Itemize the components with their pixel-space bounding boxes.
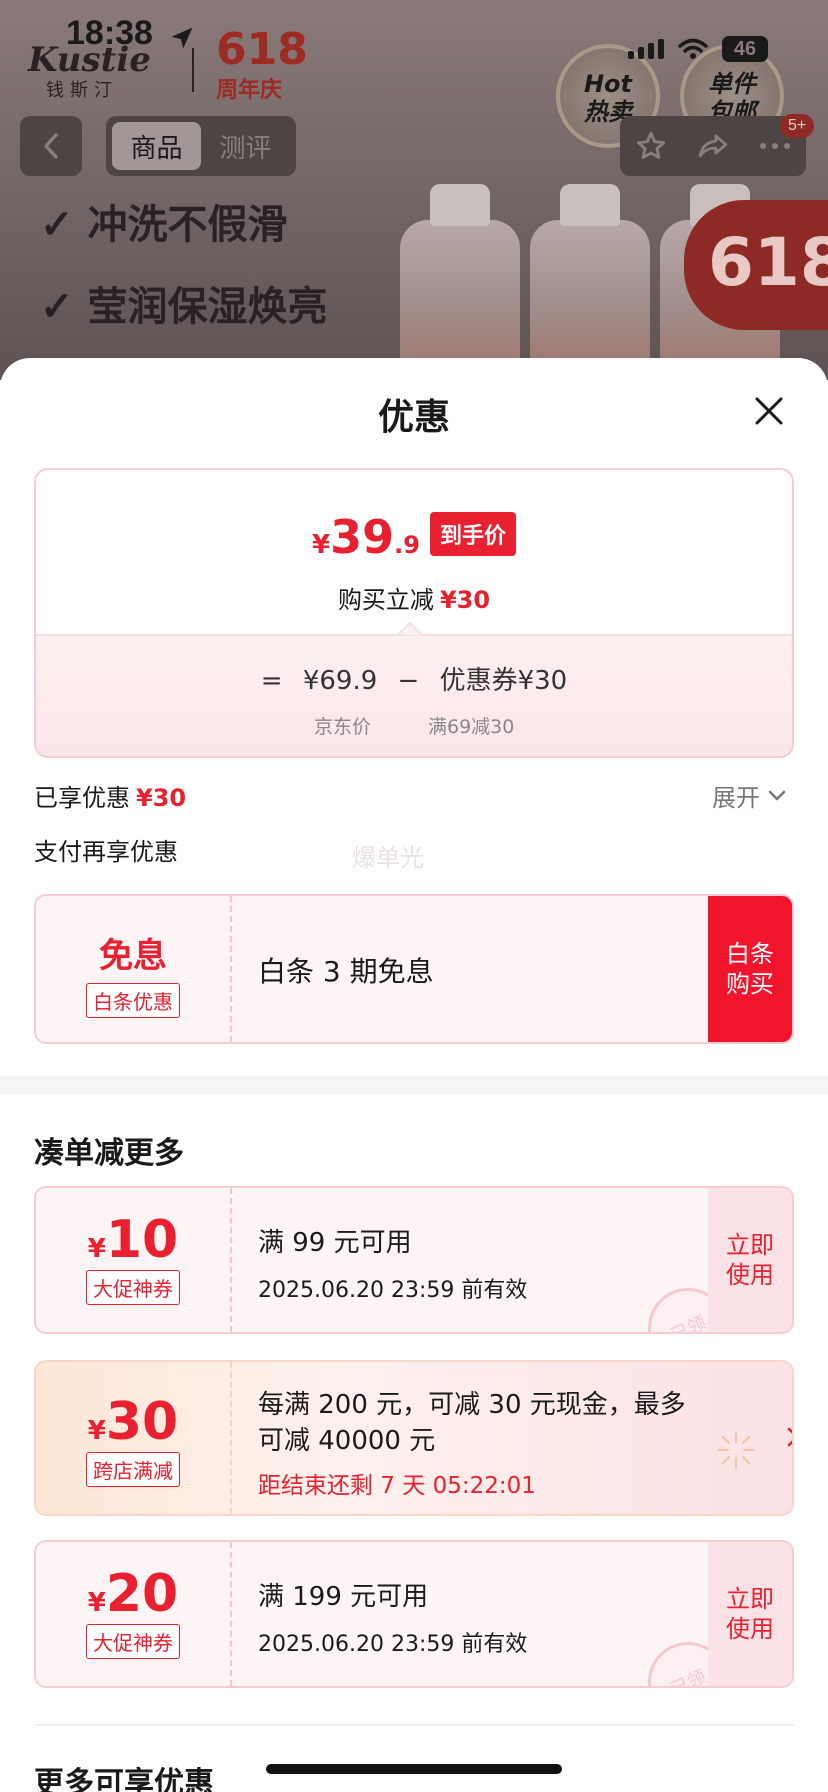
discount-sheet: 优惠 ¥39.9 到手价 购买立减 ¥30 = ¥69.9 − 优惠券¥30 京东… <box>0 358 828 1792</box>
jd-price: ¥69.9 <box>302 666 378 696</box>
section-divider <box>0 1076 828 1094</box>
baitiao-description: 白条 3 期免息 <box>258 955 434 988</box>
watermark-text: 爆单光 <box>352 844 424 872</box>
jd-price-caption: 京东价 <box>314 716 372 738</box>
section-title-more: 凑单减更多 <box>34 1136 184 1171</box>
final-price: ¥39.9 <box>312 510 420 564</box>
cross-store-offer[interactable]: ¥30 跨店满减 每满 200 元，可减 30 元现金，最多 可减 40000 … <box>34 1360 794 1516</box>
coupon-value: 优惠券¥30 <box>439 666 568 696</box>
close-icon[interactable] <box>752 394 786 428</box>
status-icons: 46 <box>628 36 768 62</box>
cross-store-rule-line1: 每满 200 元，可减 30 元现金，最多 <box>258 1390 686 1420</box>
minus-sign: − <box>397 666 420 696</box>
product-slogan: ✓ 冲洗不假滑 <box>40 201 288 248</box>
coupon-card: ¥20 大促神券 满 199 元可用 2025.06.20 23:59 前有效 … <box>34 1540 794 1688</box>
price-calculation: = ¥69.9 − 优惠券¥30 京东价 满69减30 <box>36 634 792 756</box>
product-slogan: ✓ 莹润保湿焕亮 <box>40 283 328 330</box>
enjoyed-discount: 已享优惠 ¥30 <box>34 784 187 812</box>
coupon-card: ¥10 大促神券 满 99 元可用 2025.06.20 23:59 前有效 已… <box>34 1186 794 1334</box>
wifi-icon <box>678 38 708 59</box>
final-price-tag: 到手价 <box>429 512 516 556</box>
cross-store-countdown: 距结束还剩 7 天 05:22:01 <box>258 1473 536 1499</box>
use-now-button[interactable]: 立即 使用 <box>708 1542 792 1686</box>
equals-sign: = <box>260 666 283 696</box>
chevron-right-icon <box>787 1427 792 1447</box>
more-icon[interactable] <box>758 141 792 151</box>
baitiao-headline: 免息 <box>99 936 167 976</box>
tab-reviews[interactable]: 测评 <box>201 122 290 170</box>
corner-618-badge: 618 <box>684 200 828 330</box>
baitiao-buy-button[interactable]: 白条 购买 <box>708 896 792 1042</box>
coupon-condition-caption: 满69减30 <box>428 716 515 738</box>
coupon-amount: ¥20 <box>87 1564 179 1624</box>
section-title-bottom: 更多可享优惠 <box>34 1766 214 1792</box>
sheet-title: 优惠 <box>377 397 450 438</box>
cross-store-rule-line2: 可减 40000 元 <box>258 1426 436 1456</box>
cross-store-amount: ¥30 <box>87 1392 179 1452</box>
price-summary: ¥39.9 到手价 购买立减 ¥30 <box>36 470 792 634</box>
coupon-condition: 满 199 元可用 <box>258 1582 429 1612</box>
anniversary-badge: 618 周年庆 <box>216 24 308 104</box>
expand-button[interactable]: 展开 <box>712 778 786 813</box>
top-actions <box>620 116 806 176</box>
instant-discount: 购买立减 ¥30 <box>337 586 491 614</box>
cross-store-tag: 跨店满减 <box>86 1452 180 1487</box>
coupon-tag: 大促神券 <box>86 1624 180 1659</box>
divider <box>34 1724 794 1726</box>
product-page-background: 618 ✓ 冲洗不假滑 ✓ 莹润保湿焕亮 Kustie 钱斯汀 618 周年庆 Ho… <box>0 0 828 380</box>
chevron-down-icon <box>768 790 786 800</box>
baitiao-offer: 免息 白条优惠 白条 3 期免息 白条 购买 <box>34 894 794 1044</box>
battery-indicator: 46 <box>722 36 768 62</box>
coupon-tag: 大促神券 <box>86 1270 180 1305</box>
location-arrow-icon <box>171 27 193 49</box>
share-icon[interactable] <box>695 129 731 163</box>
final-price-card: ¥39.9 到手价 购买立减 ¥30 = ¥69.9 − 优惠券¥30 京东价 满… <box>34 468 794 758</box>
brand-divider <box>192 48 194 92</box>
brand-subtitle: 钱斯汀 <box>46 80 118 101</box>
pay-more-label: 支付再享优惠 <box>34 838 178 866</box>
tab-product[interactable]: 商品 <box>112 122 201 170</box>
notification-count-badge: 5+ <box>780 114 815 138</box>
page-tabs: 商品 测评 <box>106 116 296 176</box>
back-button[interactable] <box>20 116 82 176</box>
coupon-validity: 2025.06.20 23:59 前有效 <box>258 1278 528 1303</box>
signal-icon <box>628 39 664 59</box>
coupon-condition: 满 99 元可用 <box>258 1228 412 1258</box>
baitiao-tag: 白条优惠 <box>86 983 180 1018</box>
coupon-validity: 2025.06.20 23:59 前有效 <box>258 1632 528 1657</box>
sparkle-decoration-icon <box>717 1431 755 1469</box>
coupon-amount: ¥10 <box>87 1210 179 1270</box>
card-notch <box>398 621 422 636</box>
status-time: 18:38 <box>66 14 153 52</box>
chevron-left-icon <box>44 133 58 159</box>
home-indicator <box>266 1764 562 1774</box>
star-icon[interactable] <box>634 129 668 163</box>
use-now-button[interactable]: 立即 使用 <box>708 1188 792 1332</box>
